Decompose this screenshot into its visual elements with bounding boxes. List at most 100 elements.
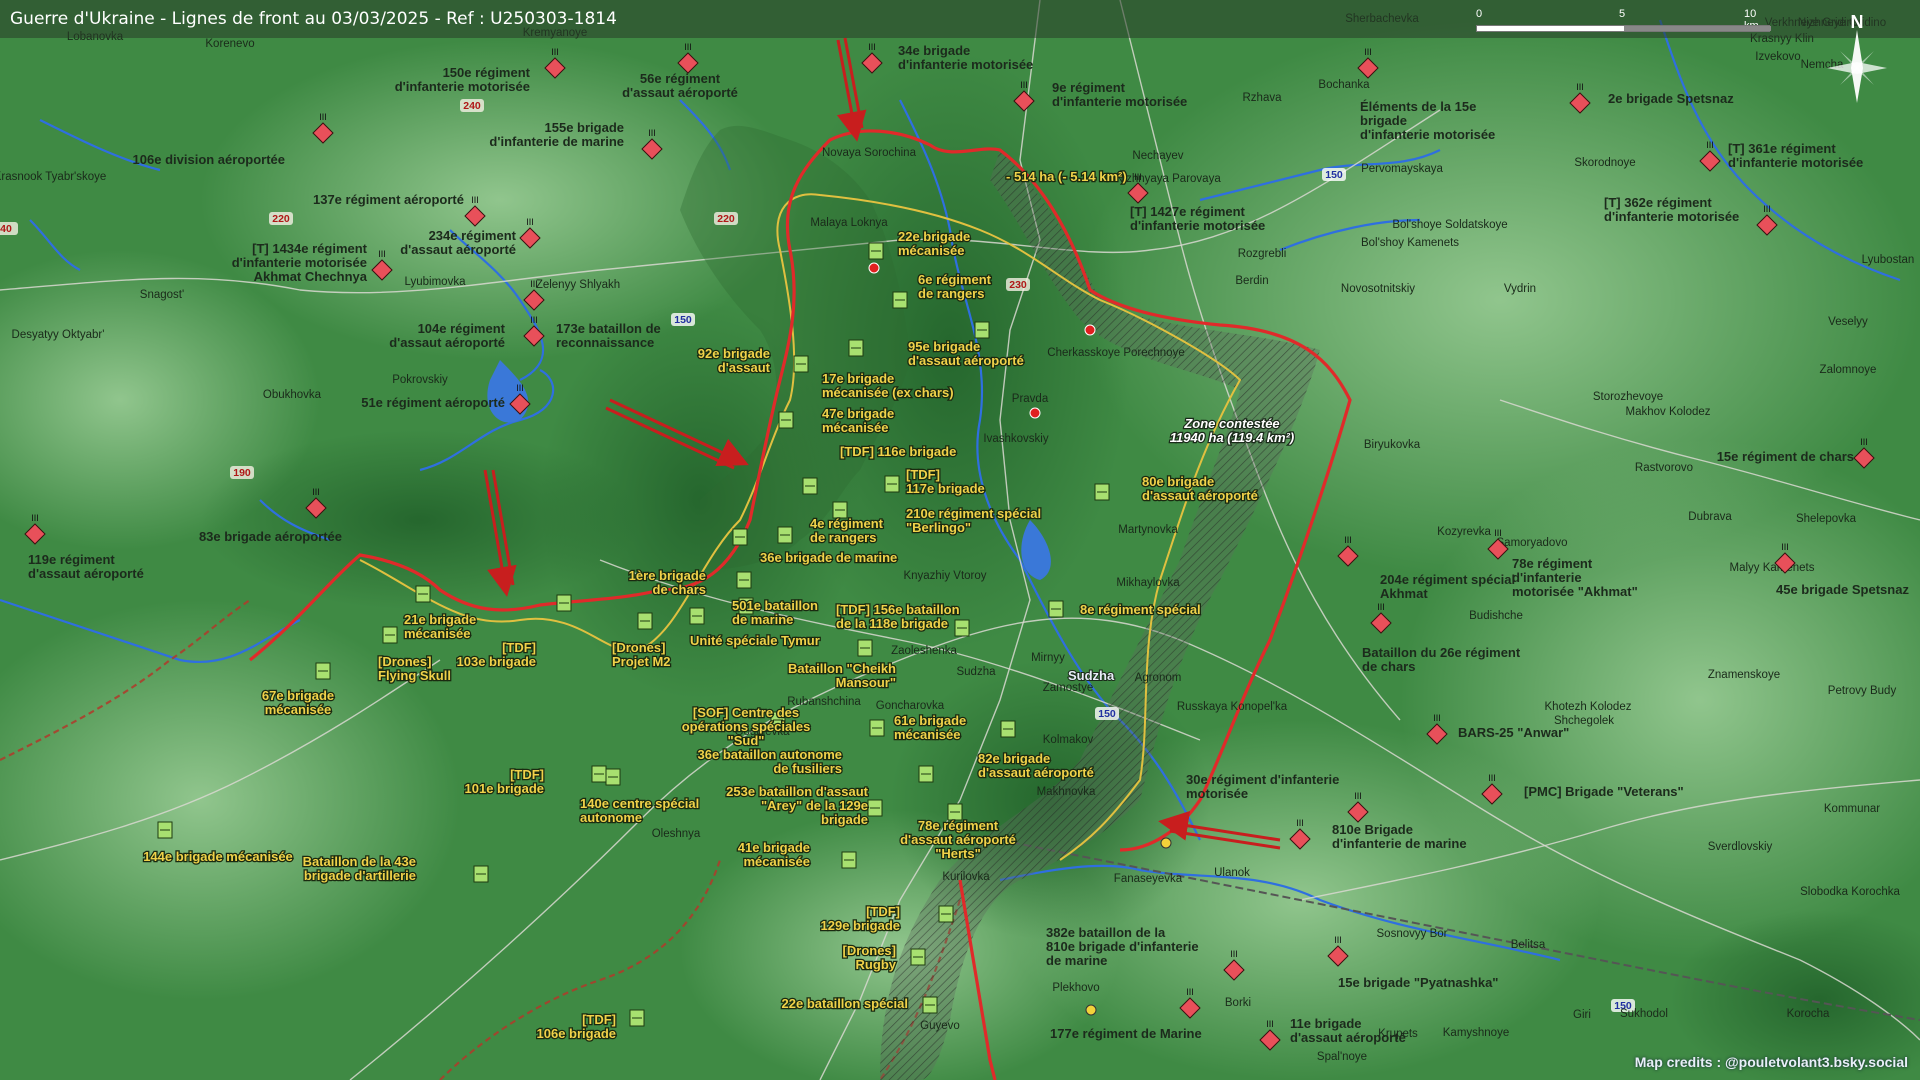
echelon-icon: III <box>526 217 534 227</box>
echelon-icon: III <box>1334 935 1342 945</box>
ukrainian-unit-label: 41e brigade mécanisée <box>738 840 810 869</box>
road-number-label: 150 <box>1098 708 1116 720</box>
town-label: Makhov Kolodez <box>1625 406 1710 418</box>
town-label: Rzhava <box>1243 92 1283 104</box>
zone-contested-label: Zone contestée 11940 ha (119.4 km²) <box>1170 416 1295 445</box>
ukrainian-unit-label: 36e brigade de marine <box>760 550 897 565</box>
ukrainian-unit-label: 144e brigade mécanisée <box>143 849 293 864</box>
map-credits: Map credits : @pouletvolant3.bsky.social <box>1634 1054 1908 1070</box>
scale-label-5: 5 <box>1619 8 1626 20</box>
russian-unit-label: 15e régiment de chars <box>1717 449 1854 464</box>
town-label: Kurilovka <box>942 871 990 883</box>
town-label: Desyatyy Oktyabr' <box>12 329 105 341</box>
echelon-icon: III <box>684 42 692 52</box>
ukrainian-unit-label: [Drones] Projet M2 <box>612 640 671 669</box>
scale-label-0: 0 <box>1476 8 1483 20</box>
map-canvas[interactable]: 24022022015023015019015015040 LobanovkaK… <box>0 0 1920 1080</box>
town-label: Berdin <box>1235 275 1268 287</box>
town-label: Samoryadovo <box>1497 537 1568 549</box>
russian-unit-label: 177e régiment de Marine <box>1050 1026 1202 1041</box>
road-number-badge: 190 <box>230 466 254 479</box>
town-label: Nechayev <box>1132 150 1183 162</box>
ukrainian-unit-label: 8e régiment spécial <box>1080 602 1201 617</box>
echelon-icon: III <box>1266 1019 1274 1029</box>
town-label: Krasnook Tyabr'skoye <box>0 171 106 183</box>
road-number-badge: 240 <box>460 99 484 112</box>
echelon-icon: III <box>1230 949 1238 959</box>
town-label: Dubrava <box>1688 511 1732 523</box>
town-label: Slobodka Korochka <box>1800 886 1900 898</box>
town-label: Kolmakov <box>1043 734 1094 746</box>
ukrainian-unit-label: 61e brigade mécanisée <box>894 713 966 742</box>
town-label: Rastvorovo <box>1635 462 1693 474</box>
town-label: Bochanka <box>1318 79 1370 91</box>
echelon-icon: III <box>471 195 479 205</box>
echelon-icon: III <box>516 383 524 393</box>
town-label: Znamenskoye <box>1708 669 1780 681</box>
road-number-label: 230 <box>1009 279 1027 291</box>
echelon-icon: III <box>1134 172 1142 182</box>
town-label: Khotezh Kolodez <box>1545 701 1632 713</box>
town-label: Zaoleshenka <box>891 645 957 657</box>
town-label: Petrovy Budy <box>1828 685 1897 697</box>
town-label: Russkaya Konopel'ka <box>1177 701 1288 713</box>
town-label: Storozhevoye <box>1593 391 1663 403</box>
road-number-badge: 150 <box>1322 168 1346 181</box>
zone-small-label: - 514 ha (- 5.14 km²) <box>1006 169 1127 184</box>
ukrainian-unit-label: 22e bataillon spécial <box>782 996 908 1011</box>
town-label: Novosotnitskiy <box>1341 283 1415 295</box>
town-label: Guyevo <box>920 1020 960 1032</box>
echelon-icon: III <box>530 315 538 325</box>
road-number-label: 40 <box>0 223 12 235</box>
town-label: Vydrin <box>1504 283 1536 295</box>
road-number-label: 150 <box>674 314 692 326</box>
ukrainian-unit-label: Unité spéciale Tymur <box>690 633 820 648</box>
town-label: Martynovka <box>1118 524 1178 536</box>
echelon-icon: III <box>868 42 876 52</box>
town-label: Obukhovka <box>263 389 322 401</box>
town-label: Cherkasskoye Porechnoye <box>1047 347 1184 359</box>
russian-unit-label: 51e régiment aéroporté <box>361 395 505 410</box>
echelon-icon: III <box>1488 773 1496 783</box>
town-label: Zelenyy Shlyakh <box>536 279 620 291</box>
zone-annotation-contested: Zone contestée 11940 ha (119.4 km²) <box>1169 415 1296 446</box>
russian-unit-label: 173e bataillon de reconnaissance <box>556 321 661 350</box>
town-label: Goncharovka <box>876 700 945 712</box>
north-label: N <box>1851 12 1864 32</box>
town-label: Sukhodol <box>1620 1008 1668 1020</box>
echelon-icon: III <box>1344 535 1352 545</box>
echelon-icon: III <box>1296 818 1304 828</box>
echelon-icon: III <box>378 249 386 259</box>
town-label: Pravda <box>1012 393 1049 405</box>
town-label: Kamyshnoye <box>1443 1027 1509 1039</box>
echelon-icon: III <box>1781 542 1789 552</box>
town-label: Borki <box>1225 997 1251 1009</box>
town-label: Nizhnyaya Parovaya <box>1115 173 1221 185</box>
town-label: Kommunar <box>1824 803 1880 815</box>
road-number-badge: 230 <box>1006 278 1030 291</box>
russian-unit-label: 45e brigade Spetsnaz <box>1776 582 1909 597</box>
town-label: Fanaseyevka <box>1114 873 1183 885</box>
town-label: Mirnyy <box>1031 652 1065 664</box>
ukrainian-unit-label: 6e régiment de rangers <box>918 272 992 301</box>
town-label: Lyubostan <box>1862 254 1915 266</box>
town-label: Bol'shoy Kamenets <box>1361 237 1459 249</box>
road-number-label: 190 <box>233 467 251 479</box>
town-label: Makhnovka <box>1037 786 1096 798</box>
ukrainian-unit-label: [TDF] 156e bataillon de la 118e brigade <box>836 602 960 631</box>
road-number-label: 220 <box>272 213 290 225</box>
town-label: Malyy Kamenets <box>1729 562 1814 574</box>
town-label: Bol'shoye Soldatskoye <box>1392 219 1507 231</box>
echelon-icon: III <box>1706 140 1714 150</box>
town-label: Oleshnya <box>652 828 701 840</box>
russian-unit-label: 137e régiment aéroporté <box>313 192 464 207</box>
road-number-badge: 150 <box>1095 707 1119 720</box>
road-number-badge: 220 <box>269 212 293 225</box>
echelon-icon: III <box>31 513 39 523</box>
town-label: Sverdlovskiy <box>1708 841 1773 853</box>
town-label: Biryukovka <box>1364 439 1421 451</box>
russian-unit-label: 106e division aéroportée <box>133 152 285 167</box>
russian-unit-label: BARS-25 "Anwar" <box>1458 725 1569 740</box>
town-label: Giri <box>1573 1009 1591 1021</box>
echelon-icon: III <box>530 279 538 289</box>
